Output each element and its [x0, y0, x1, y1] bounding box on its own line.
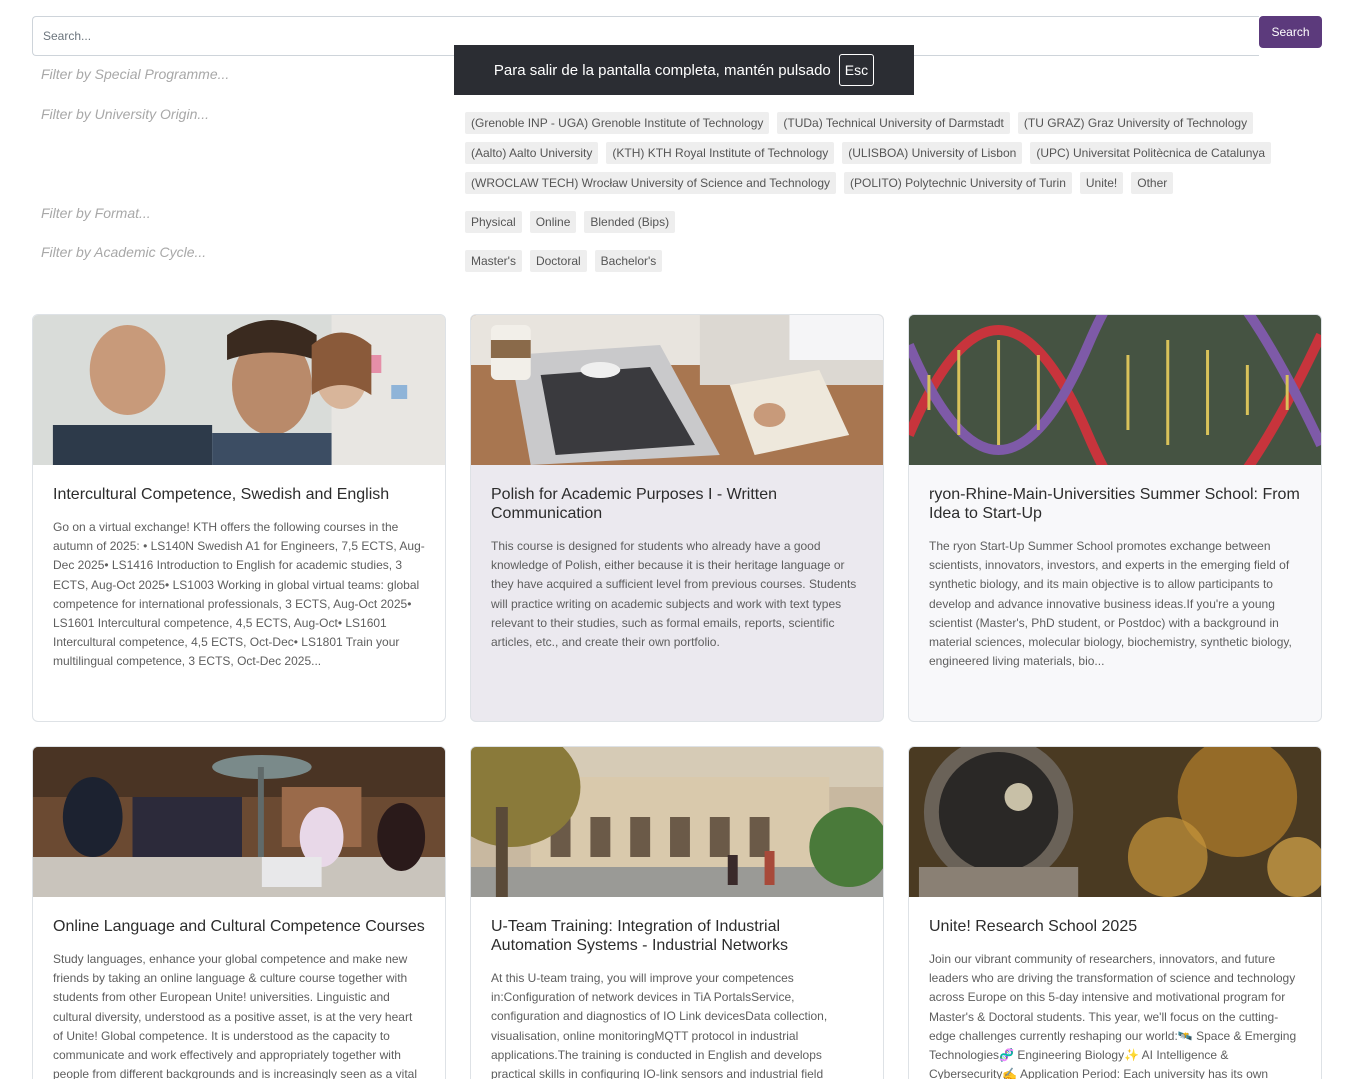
course-card[interactable]: ryon-Rhine-Main-Universities Summer Scho…: [908, 314, 1322, 722]
card-image-astronaut: [909, 747, 1321, 897]
filter-special-programme[interactable]: Filter by Special Programme...: [41, 66, 229, 82]
card-description: Study languages, enhance your global com…: [53, 952, 417, 1079]
course-card[interactable]: Online Language and Cultural Competence …: [32, 746, 446, 1079]
course-card[interactable]: U-Team Training: Integration of Industri…: [470, 746, 884, 1079]
filter-academic-cycle[interactable]: Filter by Academic Cycle...: [41, 244, 206, 260]
card-description: The ryon Start-Up Summer School promotes…: [929, 539, 1292, 669]
card-image-library: [33, 747, 445, 897]
card-description: Join our vibrant community of researcher…: [929, 952, 1297, 1079]
esc-key-badge: Esc: [838, 54, 875, 86]
chip-cycle-doctoral[interactable]: Doctoral: [529, 250, 587, 272]
card-image-students: [33, 315, 445, 465]
card-title: Intercultural Competence, Swedish and En…: [53, 486, 390, 503]
chip-university-origin[interactable]: (TUDa) Technical University of Darmstadt: [777, 112, 1010, 134]
course-card[interactable]: Unite! Research School 2025 Join our vib…: [908, 746, 1322, 1079]
card-title: Online Language and Cultural Competence …: [53, 918, 425, 935]
card-image-laptop: [471, 315, 883, 465]
card-title: Polish for Academic Purposes I - Written…: [491, 486, 778, 522]
chip-university-origin[interactable]: (ULISBOA) University of Lisbon: [842, 142, 1023, 164]
chip-university-origin[interactable]: Other: [1131, 172, 1174, 194]
fullscreen-exit-toast: Para salir de la pantalla completa, mant…: [454, 45, 914, 95]
filter-format[interactable]: Filter by Format...: [41, 205, 151, 221]
card-description: At this U-team traing, you will improve …: [491, 971, 828, 1079]
card-description: This course is designed for students who…: [491, 539, 857, 650]
university-origin-chips: (Grenoble INP - UGA) Grenoble Institute …: [465, 112, 1295, 194]
card-title: ryon-Rhine-Main-Universities Summer Scho…: [929, 486, 1300, 522]
fullscreen-toast-message: Para salir de la pantalla completa, mant…: [493, 61, 831, 79]
search-button[interactable]: Search: [1259, 16, 1322, 48]
chip-university-origin[interactable]: (KTH) KTH Royal Institute of Technology: [606, 142, 835, 164]
chip-university-origin[interactable]: (UPC) Universitat Politècnica de Catalun…: [1030, 142, 1272, 164]
filter-university-origin[interactable]: Filter by University Origin...: [41, 106, 209, 122]
chip-university-origin[interactable]: (Aalto) Aalto University: [465, 142, 599, 164]
card-image-campus-building: [471, 747, 883, 897]
chip-university-origin[interactable]: (WROCLAW TECH) Wrocław University of Sci…: [465, 172, 837, 194]
course-card[interactable]: Intercultural Competence, Swedish and En…: [32, 314, 446, 722]
chip-format-blended[interactable]: Blended (Bips): [584, 211, 676, 233]
academic-cycle-chips: Master's Doctoral Bachelor's: [465, 250, 1295, 272]
card-title: Unite! Research School 2025: [929, 918, 1138, 935]
format-chips: Physical Online Blended (Bips): [465, 211, 1295, 233]
chip-cycle-bachelors[interactable]: Bachelor's: [594, 250, 663, 272]
card-description: Go on a virtual exchange! KTH offers the…: [53, 520, 425, 669]
card-title: U-Team Training: Integration of Industri…: [491, 918, 788, 954]
chip-university-origin[interactable]: (POLITO) Polytechnic University of Turin: [844, 172, 1072, 194]
course-card[interactable]: Polish for Academic Purposes I - Written…: [470, 314, 884, 722]
card-image-dna: [909, 315, 1321, 465]
chip-cycle-masters[interactable]: Master's: [465, 250, 522, 272]
chip-university-origin[interactable]: (Grenoble INP - UGA) Grenoble Institute …: [465, 112, 770, 134]
chip-format-online[interactable]: Online: [529, 211, 577, 233]
chip-university-origin[interactable]: (TU GRAZ) Graz University of Technology: [1017, 112, 1254, 134]
chip-format-physical[interactable]: Physical: [465, 211, 522, 233]
chip-university-origin[interactable]: Unite!: [1079, 172, 1124, 194]
